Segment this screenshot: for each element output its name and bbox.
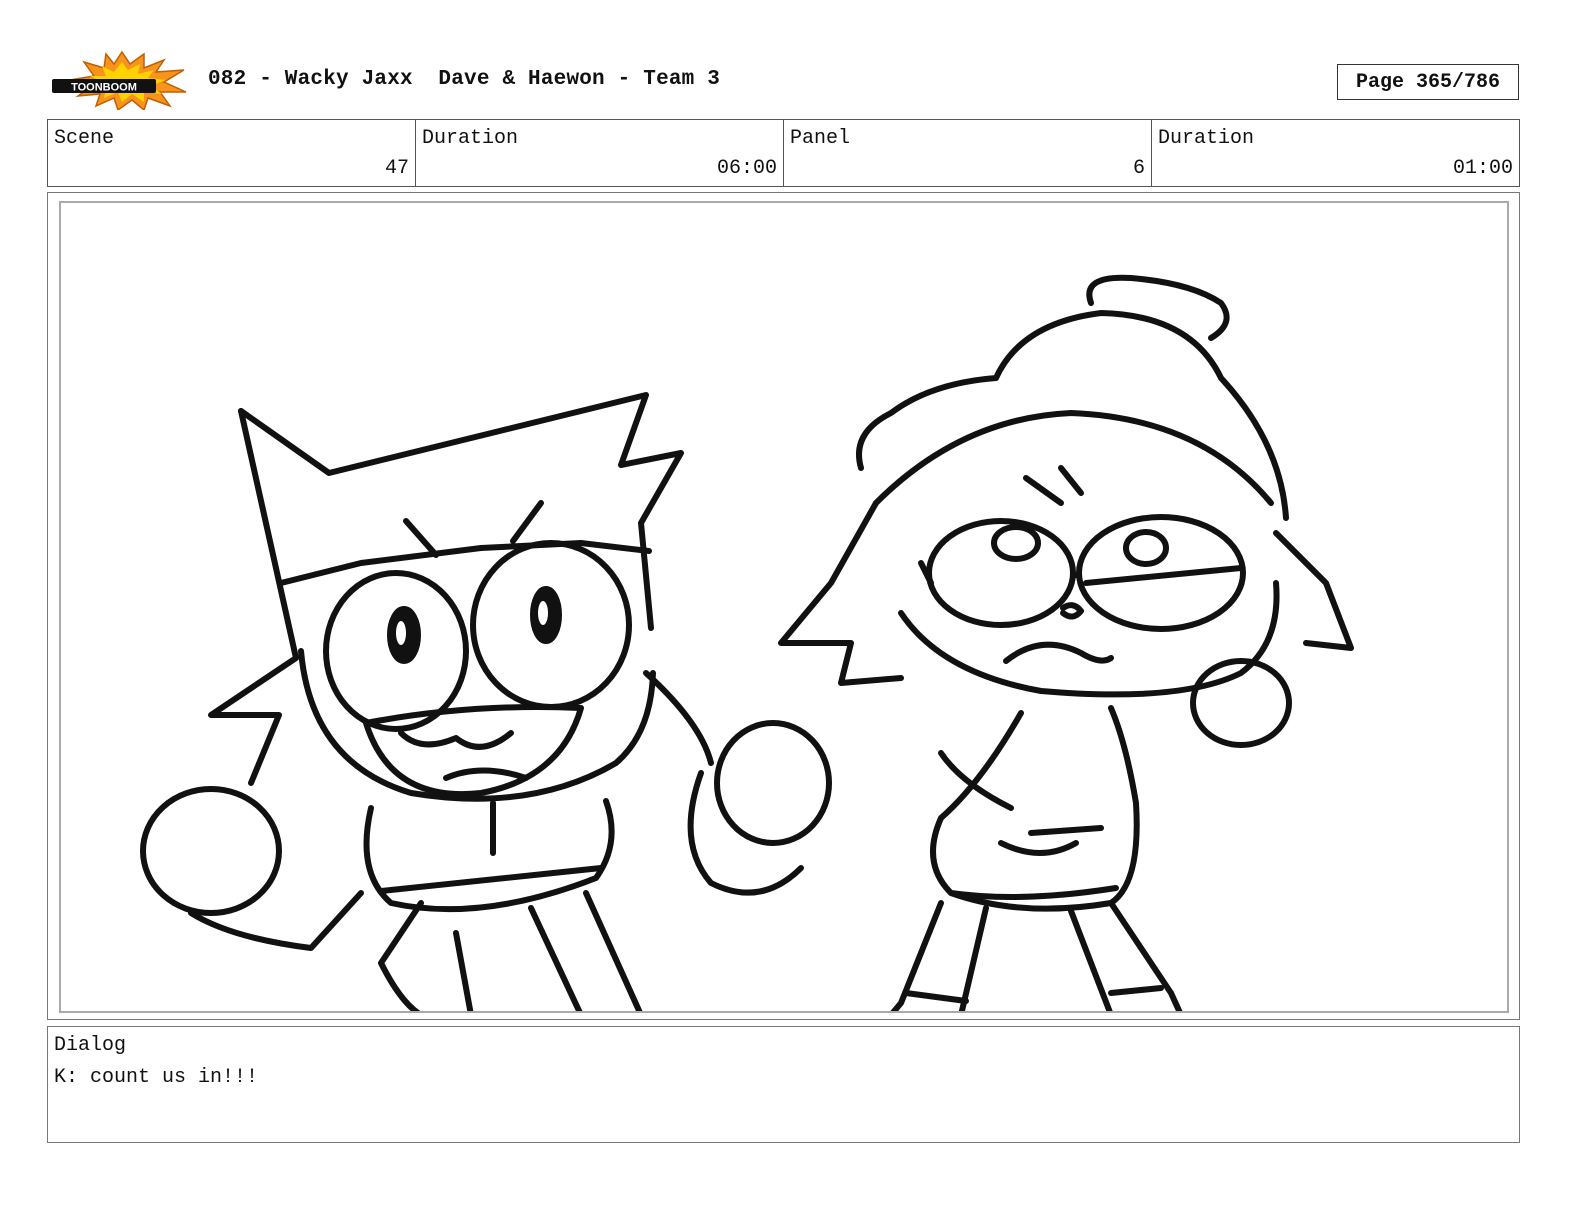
character-right-sketch [778, 274, 1354, 1011]
panel-value: 6 [1132, 157, 1145, 180]
scene-value: 47 [384, 157, 409, 180]
scene-duration-label: Duration [422, 127, 519, 150]
panel-duration-value: 01:00 [1452, 157, 1513, 180]
scene-duration-value: 06:00 [716, 157, 777, 180]
panel-cell: Panel 6 [784, 120, 1152, 186]
panel-label: Panel [790, 127, 851, 150]
storyboard-panel [47, 192, 1520, 1020]
dialog-box: Dialog K: count us in!!! [47, 1026, 1520, 1143]
scene-cell: Scene 47 [48, 120, 416, 186]
scene-info-row: Scene 47 Duration 06:00 Panel 6 Duration… [47, 119, 1520, 187]
dialog-text: K: count us in!!! [54, 1066, 259, 1089]
scene-duration-cell: Duration 06:00 [416, 120, 784, 186]
character-left-sketch [140, 392, 832, 1011]
panel-duration-cell: Duration 01:00 [1152, 120, 1519, 186]
toonboom-logo-icon: TOONBOOM [52, 50, 188, 112]
document-title: 082 - Wacky Jaxx Dave & Haewon - Team 3 [208, 68, 721, 91]
panel-frame [59, 201, 1509, 1013]
logo-text: TOONBOOM [71, 82, 137, 94]
dialog-label: Dialog [54, 1034, 127, 1057]
scene-label: Scene [54, 127, 115, 150]
panel-duration-label: Duration [1158, 127, 1255, 150]
panel-sketch-drawing [140, 274, 1354, 1011]
page-number: Page 365/786 [1337, 64, 1519, 100]
